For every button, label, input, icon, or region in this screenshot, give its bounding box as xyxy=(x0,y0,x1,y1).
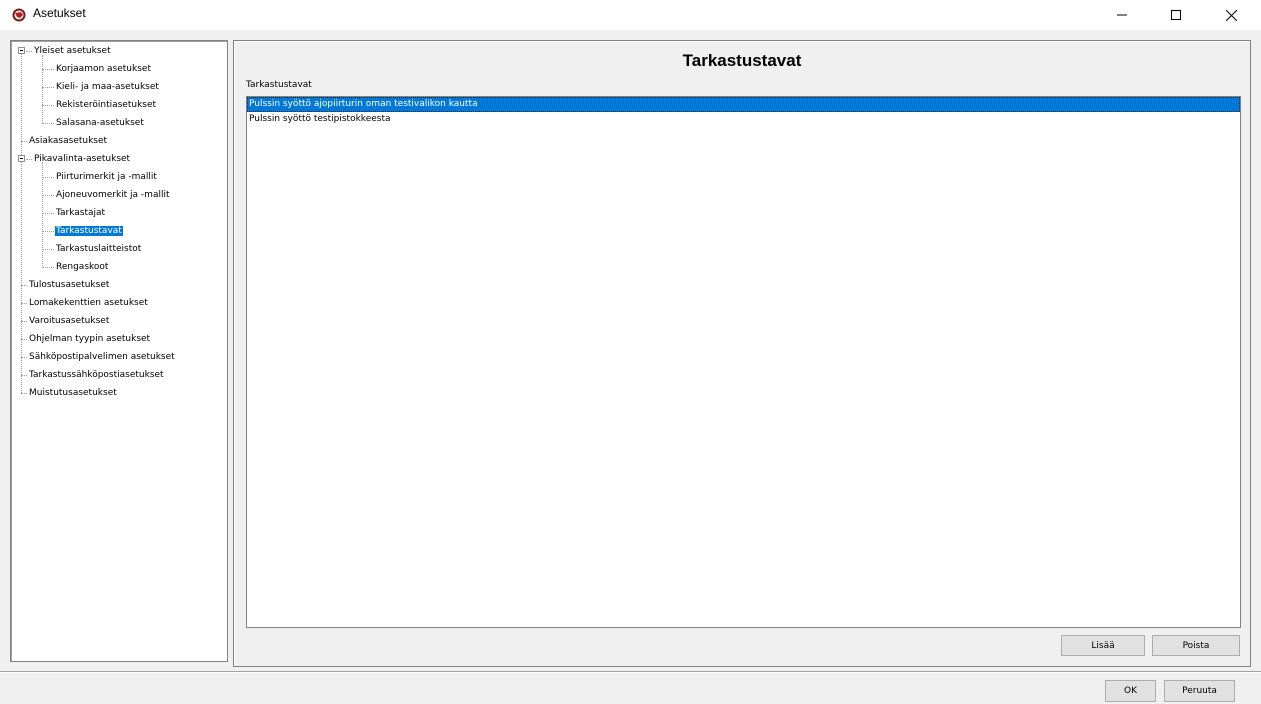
title-bar: Asetukset xyxy=(0,0,1261,30)
close-icon xyxy=(1225,9,1237,21)
footer-separator xyxy=(0,671,1261,673)
tree-connector xyxy=(42,249,54,250)
tree-connector xyxy=(42,195,54,196)
maximize-button[interactable] xyxy=(1153,0,1199,30)
tree-item-tarkastustavat[interactable]: Tarkastustavat xyxy=(42,224,123,238)
tree-item-korjaamon-asetukset[interactable]: Korjaamon asetukset xyxy=(42,62,152,76)
tree-connector xyxy=(21,321,27,322)
remove-button[interactable]: Poista xyxy=(1152,635,1240,656)
cancel-button[interactable]: Peruuta xyxy=(1164,680,1235,702)
settings-tree[interactable]: Yleiset asetukset Korjaamon asetukset Ki… xyxy=(10,40,228,662)
tree-connector xyxy=(21,393,27,394)
tree-item-label: Korjaamon asetukset xyxy=(56,64,151,74)
tree-item-rengaskoot[interactable]: Rengaskoot xyxy=(42,260,109,274)
tree-item-ajoneuvomerkit[interactable]: Ajoneuvomerkit ja -mallit xyxy=(42,188,170,202)
minimize-button[interactable] xyxy=(1099,0,1145,30)
tree-item-muistutusasetukset[interactable]: Muistutusasetukset xyxy=(21,386,118,400)
tree-item-ohjelman-tyypin-asetukset[interactable]: Ohjelman tyypin asetukset xyxy=(21,332,151,346)
tree-item-label: Tarkastussähköpostiasetukset xyxy=(29,370,164,380)
tree-item-label: Yleiset asetukset xyxy=(34,46,111,56)
close-button[interactable] xyxy=(1208,0,1254,30)
page-title: Tarkastustavat xyxy=(682,51,802,70)
tree-connector xyxy=(42,87,54,88)
tree-item-label: Ajoneuvomerkit ja -mallit xyxy=(56,190,170,200)
tree-item-tarkastuslaitteistot[interactable]: Tarkastuslaitteistot xyxy=(42,242,142,256)
tree-item-sahkopostipalvelimen-asetukset[interactable]: Sähköpostipalvelimen asetukset xyxy=(21,350,176,364)
tree-item-label: Tarkastajat xyxy=(56,208,106,218)
tree-item-lomakekenttien-asetukset[interactable]: Lomakekenttien asetukset xyxy=(21,296,149,310)
tree-item-label: Sähköpostipalvelimen asetukset xyxy=(29,352,175,362)
tree-item-tarkastussahkopostiasetukset[interactable]: Tarkastussähköpostiasetukset xyxy=(21,368,165,382)
tree-connector xyxy=(42,177,54,178)
add-button[interactable]: Lisää xyxy=(1061,635,1145,656)
tree-item-label: Salasana-asetukset xyxy=(56,118,144,128)
app-logo-icon xyxy=(12,8,26,22)
tree-item-label: Rekisteröintiasetukset xyxy=(56,100,157,110)
tree-connector xyxy=(21,357,27,358)
inspection-methods-list[interactable]: Pulssin syöttö ajopiirturin oman testiva… xyxy=(246,96,1241,628)
tree-item-label: Tulostusasetukset xyxy=(29,280,110,290)
tree-item-label: Rengaskoot xyxy=(56,262,109,272)
tree-item-tarkastajat[interactable]: Tarkastajat xyxy=(42,206,106,220)
tree-connector xyxy=(21,285,27,286)
tree-connector xyxy=(42,231,54,232)
list-label: Tarkastustavat xyxy=(246,80,312,90)
tree-connector xyxy=(42,123,54,124)
tree-item-label: Piirturimerkit ja -mallit xyxy=(56,172,157,182)
tree-item-varoitusasetukset[interactable]: Varoitusasetukset xyxy=(21,314,110,328)
tree-connector xyxy=(26,159,32,160)
tree-item-salasana-asetukset[interactable]: Salasana-asetukset xyxy=(42,116,145,130)
tree-item-label: Muistutusasetukset xyxy=(29,388,117,398)
tree-item-rekisterointiasetukset[interactable]: Rekisteröintiasetukset xyxy=(42,98,157,112)
tree-item-label: Pikavalinta-asetukset xyxy=(34,154,131,164)
tree-connector xyxy=(21,303,27,304)
tree-connector xyxy=(42,213,54,214)
tree-item-kieli-ja-maa-asetukset[interactable]: Kieli- ja maa-asetukset xyxy=(42,80,160,94)
window-title: Asetukset xyxy=(33,6,86,20)
tree-item-label: Tarkastuslaitteistot xyxy=(56,244,142,254)
tree-item-label: Varoitusasetukset xyxy=(29,316,110,326)
tree-connector xyxy=(42,267,54,268)
tree-connector xyxy=(26,51,32,52)
list-item[interactable]: Pulssin syöttö ajopiirturin oman testiva… xyxy=(247,97,1240,112)
tree-item-asiakasasetukset[interactable]: Asiakasasetukset xyxy=(21,134,108,148)
content-panel: Tarkastustavat Tarkastustavat Pulssin sy… xyxy=(233,40,1251,667)
tree-item-label: Lomakekenttien asetukset xyxy=(29,298,148,308)
tree-item-yleiset-asetukset[interactable]: Yleiset asetukset xyxy=(23,44,112,58)
minimize-icon xyxy=(1117,10,1127,20)
tree-item-label: Ohjelman tyypin asetukset xyxy=(29,334,151,344)
tree-connector xyxy=(42,69,54,70)
tree-item-label: Tarkastustavat xyxy=(55,226,123,236)
list-item[interactable]: Pulssin syöttö testipistokkeesta xyxy=(247,112,1240,127)
tree-connector xyxy=(42,105,54,106)
tree-connector xyxy=(21,141,27,142)
tree-item-label: Asiakasasetukset xyxy=(29,136,108,146)
ok-button[interactable]: OK xyxy=(1105,680,1156,702)
tree-connector xyxy=(21,375,27,376)
tree-item-label: Kieli- ja maa-asetukset xyxy=(56,82,159,92)
tree-item-piirturimerkit[interactable]: Piirturimerkit ja -mallit xyxy=(42,170,158,184)
tree-item-tulostusasetukset[interactable]: Tulostusasetukset xyxy=(21,278,110,292)
tree-item-pikavalinta-asetukset[interactable]: Pikavalinta-asetukset xyxy=(23,152,131,166)
tree-connector xyxy=(21,339,27,340)
maximize-icon xyxy=(1171,10,1181,20)
